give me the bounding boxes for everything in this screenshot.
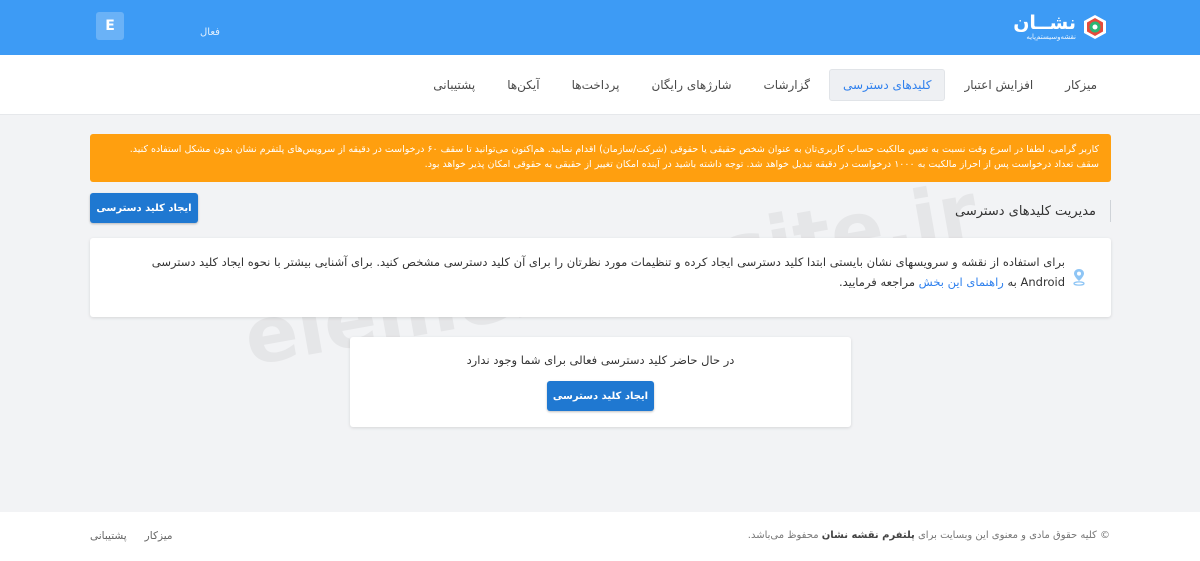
logo-mark-icon xyxy=(1084,15,1106,39)
top-header: E فعال نشــان نقشه‌وسیستم‌پایه xyxy=(0,0,1200,55)
location-info-icon xyxy=(1073,269,1085,286)
footer-link-dashboard[interactable]: میزکار xyxy=(145,530,173,542)
account-status-text: فعال xyxy=(200,27,220,38)
empty-state-card: در حال حاضر کلید دسترسی فعالی برای شما و… xyxy=(350,337,851,427)
logo-tagline: نقشه‌وسیستم‌پایه xyxy=(1026,32,1076,41)
guide-link[interactable]: راهنمای این بخش xyxy=(919,275,1004,289)
info-text-end: مراجعه فرمایید. xyxy=(838,275,915,289)
brand-logo[interactable]: نشــان نقشه‌وسیستم‌پایه xyxy=(1013,10,1108,44)
nav-item-increase-credit[interactable]: افزایش اعتبار xyxy=(951,69,1046,101)
create-access-key-button-empty[interactable]: ایجاد کلید دسترسی xyxy=(547,381,654,411)
create-access-key-button[interactable]: ایجاد کلید دسترسی xyxy=(90,193,198,223)
nav-item-dashboard[interactable]: میزکار xyxy=(1052,69,1110,101)
info-card: برای استفاده از نقشه و سرویسهای نشان بای… xyxy=(90,238,1111,317)
nav-list: میزکار افزایش اعتبار کلیدهای دسترسی گزار… xyxy=(414,69,1110,101)
nav-item-free-charges[interactable]: شارژهای رایگان xyxy=(638,69,744,101)
footer-link-support[interactable]: پشتیبانی xyxy=(90,530,127,542)
footer-links: پشتیبانی میزکار xyxy=(90,530,173,542)
nav-item-support[interactable]: پشتیبانی xyxy=(420,69,488,101)
logo-text: نشــان نقشه‌وسیستم‌پایه xyxy=(1013,13,1076,42)
footer: پشتیبانی میزکار © کلیه حقوق مادی و معنوی… xyxy=(0,512,1200,561)
nav-item-reports[interactable]: گزارشات xyxy=(751,69,823,101)
alert-line-2: سقف تعداد درخواست پس از احراز مالکیت به … xyxy=(424,159,1099,170)
user-avatar-button[interactable]: E xyxy=(96,12,124,40)
nav-item-access-keys[interactable]: کلیدهای دسترسی xyxy=(828,69,946,101)
copyright-text: © کلیه حقوق مادی و معنوی این وبسایت برای… xyxy=(748,530,1110,541)
copyright-prefix: © کلیه حقوق مادی و معنوی این وبسایت برای xyxy=(917,530,1110,541)
nav-item-icons[interactable]: آیکن‌ها xyxy=(494,69,552,101)
alert-line-1: کاربر گرامی، لطفا در اسرع وقت نسبت به تع… xyxy=(129,144,1099,155)
empty-state-message: در حال حاضر کلید دسترسی فعالی برای شما و… xyxy=(466,353,735,367)
info-text: برای استفاده از نقشه و سرویسهای نشان بای… xyxy=(105,252,1065,292)
page-title: مدیریت کلیدهای دسترسی xyxy=(955,200,1111,222)
copyright-suffix: محفوظ می‌باشد. xyxy=(747,530,819,541)
logo-name: نشــان xyxy=(1013,11,1076,34)
nav-item-payments[interactable]: پرداخت‌ها xyxy=(559,69,633,101)
ownership-alert: کاربر گرامی، لطفا در اسرع وقت نسبت به تع… xyxy=(90,134,1111,182)
main-nav: میزکار افزایش اعتبار کلیدهای دسترسی گزار… xyxy=(0,55,1200,115)
copyright-brand: پلتفرم نقشه نشان xyxy=(821,530,915,541)
